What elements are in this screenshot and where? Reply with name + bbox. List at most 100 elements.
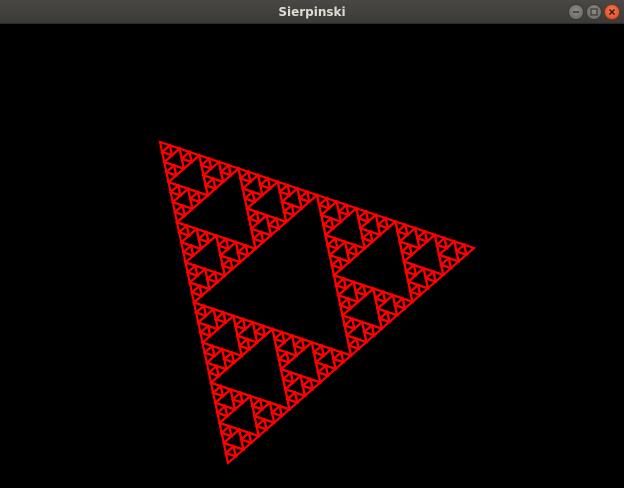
- fractal-triangle: [251, 320, 265, 335]
- fractal-triangle: [207, 156, 222, 171]
- fractal-triangle: [266, 176, 280, 191]
- fractal-triangle: [237, 427, 252, 442]
- fractal-triangle: [202, 304, 216, 318]
- fractal-triangle: [212, 307, 226, 322]
- fractal-triangle: [402, 259, 416, 274]
- fractal-triangle: [255, 210, 269, 225]
- fractal-triangle: [271, 327, 285, 342]
- fractal-triangle: [299, 374, 313, 388]
- fractal-triangle: [219, 384, 233, 399]
- fractal-triangle: [229, 387, 243, 402]
- fractal-triangle: [241, 317, 256, 332]
- fractal-triangle: [295, 186, 310, 201]
- fractal-triangle: [237, 166, 251, 181]
- fractal-triangle: [343, 240, 358, 254]
- app-window: Sierpinski: [0, 0, 624, 488]
- fractal-triangle: [336, 293, 351, 308]
- fractal-triangle: [195, 227, 209, 241]
- close-button[interactable]: [604, 4, 620, 20]
- fractal-triangle: [315, 193, 329, 208]
- fractal-triangle: [217, 160, 231, 174]
- fractal-triangle: [256, 173, 271, 188]
- fractal-triangle: [333, 236, 348, 251]
- fractal-triangle: [364, 209, 379, 224]
- fractal-triangle: [280, 330, 295, 345]
- fractal-triangle: [314, 360, 328, 375]
- fractal-triangle: [350, 317, 365, 331]
- fractal-triangle: [167, 180, 181, 195]
- fractal-triangle: [204, 230, 219, 245]
- maximize-button[interactable]: [586, 4, 602, 20]
- fractal-triangle: [193, 264, 208, 278]
- fractal-triangle: [185, 223, 199, 238]
- fractal-triangle: [168, 143, 182, 158]
- fractal-triangle: [423, 229, 437, 244]
- fractal-triangle: [203, 267, 218, 282]
- fractal-triangle: [192, 300, 206, 315]
- fractal-triangle: [265, 213, 279, 228]
- maximize-icon: [590, 8, 598, 16]
- fractal-triangle: [406, 280, 421, 294]
- fractal-triangle: [275, 347, 289, 362]
- fractal-triangle: [171, 200, 185, 215]
- close-icon: [608, 8, 616, 16]
- fractal-triangle: [205, 361, 219, 375]
- fractal-triangle: [188, 280, 202, 295]
- fractal-triangle: [162, 160, 177, 175]
- fractal-triangle: [290, 333, 305, 348]
- fractal-triangle: [210, 344, 225, 359]
- fractal-triangle: [352, 280, 366, 294]
- fractal-triangle: [241, 186, 255, 201]
- fractal-triangle: [437, 253, 451, 267]
- window-controls: [568, 4, 620, 20]
- fractal-triangle: [176, 183, 191, 198]
- fractal-triangle: [376, 306, 390, 321]
- fractal-triangle: [359, 226, 373, 241]
- fractal-triangle: [381, 290, 396, 304]
- fractal-triangle: [238, 391, 253, 405]
- fractal-triangle: [231, 314, 246, 328]
- fractal-triangle: [344, 203, 359, 218]
- fractal-triangle: [197, 153, 212, 168]
- fractal-triangle: [261, 324, 275, 338]
- fractal-triangle: [214, 233, 229, 248]
- fractal-triangle: [283, 387, 298, 402]
- fractal-triangle: [218, 421, 232, 435]
- fractal-triangle: [310, 340, 324, 355]
- fractal-triangle: [354, 206, 369, 221]
- fractal-triangle: [196, 320, 211, 335]
- fractal-triangle: [213, 401, 228, 415]
- fractal-triangle: [403, 223, 418, 237]
- fractal-triangle: [443, 236, 457, 251]
- fractal-triangle: [209, 381, 223, 395]
- fractal-triangle: [201, 340, 215, 355]
- fractal-triangle: [329, 347, 344, 361]
- fractal-triangle: [234, 240, 248, 255]
- fractal-triangle: [175, 220, 189, 235]
- fractal-triangle: [374, 213, 388, 227]
- fractal-triangle: [433, 233, 447, 247]
- fractal-triangle: [178, 146, 192, 161]
- fractal-triangle: [158, 140, 172, 155]
- fractal-triangle: [342, 276, 356, 291]
- fractal-triangle: [187, 150, 202, 165]
- fractal-triangle: [227, 424, 242, 439]
- fractal-triangle: [227, 163, 241, 178]
- fractal-triangle: [332, 273, 346, 288]
- minimize-icon: [573, 11, 579, 13]
- title-bar[interactable]: Sierpinski: [0, 0, 624, 24]
- fractal-triangle: [371, 286, 386, 301]
- fractal-triangle: [221, 310, 236, 325]
- fractal-triangle: [268, 400, 282, 415]
- window-title: Sierpinski: [278, 5, 346, 19]
- fractal-triangle: [360, 320, 375, 335]
- fractal-triangle: [391, 293, 405, 308]
- fractal-triangle: [220, 347, 235, 362]
- fractal-triangle: [249, 227, 264, 241]
- fractal-triangle: [324, 233, 338, 248]
- fractal-triangle: [384, 216, 398, 231]
- fractal-triangle: [289, 370, 303, 385]
- fractal-group: [158, 140, 477, 466]
- fractal-triangle: [184, 260, 198, 275]
- minimize-button[interactable]: [568, 4, 584, 20]
